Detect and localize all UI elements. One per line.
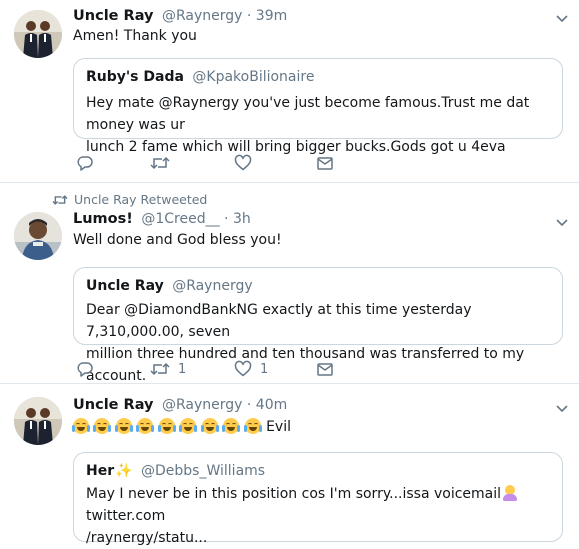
quoted-author-handle: @Debbs_Williams [141,463,266,479]
direct-message-button[interactable] [316,359,334,379]
crying-laughing-emoji-icon [114,418,133,434]
tweet-actions: 1 1 [73,359,473,379]
retweet-banner-text: Uncle Ray Retweeted [74,192,208,207]
like-button[interactable]: 1 [234,359,268,379]
quoted-tweet-header: Ruby's Dada @KpakoBilionaire [86,69,314,85]
tweet-time[interactable]: 39m [256,8,287,24]
author-handle[interactable]: @1Creed__ [141,211,219,227]
heart-icon [234,360,252,377]
chevron-down-icon[interactable] [555,10,569,24]
quoted-tweet[interactable]: Uncle Ray @Raynergy Dear @DiamondBankNG … [73,267,563,384]
quoted-tweet-text: Hey mate @Raynergy you've just become fa… [86,92,562,158]
direct-message-button[interactable] [316,153,334,173]
reply-button[interactable] [76,359,102,379]
quoted-author-name: Her [86,463,115,479]
heart-icon [234,154,252,171]
like-count: 1 [260,361,269,377]
quoted-tweet-header: Uncle Ray @Raynergy [86,278,253,294]
crying-laughing-emoji-icon [136,418,155,434]
crying-laughing-emoji-icon [93,418,112,434]
quoted-text-line[interactable]: /raynergy/statu... [86,527,562,549]
reply-icon [77,362,93,377]
quoted-author-name: Uncle Ray [86,278,164,294]
quoted-text-line: Dear @DiamondBankNG exactly at this time… [86,302,472,340]
quoted-text-line: Hey mate @Raynergy you've just become fa… [86,95,530,133]
retweet-count: 1 [178,361,187,377]
quoted-author-handle: @Raynergy [172,278,253,294]
author-name[interactable]: Uncle Ray [73,397,154,413]
retweet-banner[interactable]: Uncle Ray Retweeted [52,192,207,207]
reply-button[interactable] [76,153,102,173]
crying-laughing-emoji-icon [72,418,90,434]
sparkles-icon: ✨ [115,463,133,479]
author-name[interactable]: Lumos! [73,211,133,227]
quoted-author-handle: @KpakoBilionaire [192,69,315,85]
tweet-header: Uncle Ray @Raynergy · 40m [73,397,287,413]
quoted-tweet-header: Her✨ @Debbs_Williams [86,463,265,479]
chevron-down-icon[interactable] [555,400,569,414]
tweet-text: Evil [72,418,291,435]
reply-icon [77,156,93,171]
author-handle[interactable]: @Raynergy [162,397,242,413]
crying-laughing-emoji-icon [243,418,262,434]
separator-dot: · [246,397,252,413]
tweet[interactable]: Uncle Ray Retweeted Lumos! @1Creed__ · 3… [0,183,579,384]
author-name[interactable]: Uncle Ray [73,8,154,24]
retweet-button[interactable]: 1 [150,359,186,379]
tweet-header: Lumos! @1Creed__ · 3h [73,211,251,227]
quoted-text-line: May I never be in this position cos I'm … [86,483,562,527]
crying-laughing-emoji-icon [200,418,219,434]
quoted-author-name: Ruby's Dada [86,69,184,85]
retweet-button[interactable] [150,153,178,173]
tweet-text-suffix: Evil [266,419,291,435]
quoted-tweet[interactable]: Her✨ @Debbs_Williams May I never be in t… [73,452,563,546]
crying-laughing-emoji-icon [222,418,241,434]
envelope-icon [317,363,333,376]
chevron-down-icon[interactable] [555,214,569,228]
retweet-icon [52,194,68,205]
tweet-text: Amen! Thank you [73,28,197,44]
crying-laughing-emoji-icon [179,418,198,434]
author-handle[interactable]: @Raynergy [162,8,242,24]
tweet-text: Well done and God bless you! [73,232,282,248]
avatar[interactable] [14,212,62,260]
tweet-time[interactable]: 3h [233,211,251,227]
retweet-icon [150,156,170,170]
quoted-text-line-prefix: May I never be in this position cos I'm … [86,486,502,502]
quoted-tweet[interactable]: Ruby's Dada @KpakoBilionaire Hey mate @R… [73,58,563,155]
quoted-link[interactable]: twitter.com [86,508,165,524]
retweet-icon [150,362,170,376]
quoted-tweet-text: May I never be in this position cos I'm … [86,483,562,549]
separator-dot: · [224,211,229,227]
crying-laughing-emoji-icon [157,418,176,434]
tweet-header: Uncle Ray @Raynergy · 39m [73,8,287,24]
envelope-icon [317,157,333,170]
like-button[interactable] [234,153,260,173]
avatar[interactable] [14,397,62,445]
separator-dot: · [246,8,252,24]
tweet[interactable]: Uncle Ray @Raynergy · 40m Evil Her✨ @Deb… [0,384,579,546]
tweet[interactable]: Uncle Ray @Raynergy · 39m Amen! Thank yo… [0,0,579,182]
avatar[interactable] [14,10,62,58]
tweet-actions [73,153,473,173]
person-shrugging-emoji-icon [503,485,518,501]
tweet-time[interactable]: 40m [256,397,287,413]
